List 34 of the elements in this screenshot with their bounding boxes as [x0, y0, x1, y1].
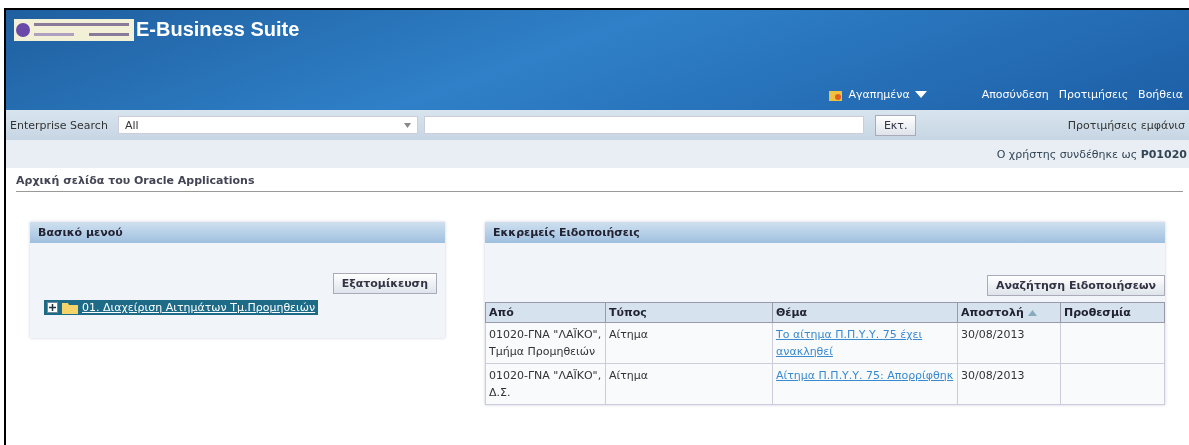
header-link[interactable]: Βοήθεια	[1138, 88, 1183, 101]
column-header[interactable]: Θέμα	[772, 302, 958, 323]
expand-icon[interactable]	[47, 302, 58, 313]
panel-header: Εκκρεμείς Ειδοποιήσεις	[485, 222, 1165, 243]
table-cell: 30/08/2013	[961, 369, 1025, 382]
header-link[interactable]: Προτιμήσεις	[1058, 88, 1129, 101]
search-field[interactable]	[423, 116, 864, 134]
app-title: E-Business Suite	[136, 18, 300, 41]
menu-tree-item[interactable]: 01. Διαχείριση Αιτημάτων Τμ.Προμηθειών	[44, 300, 319, 315]
folder-icon	[62, 301, 78, 314]
logo-icon	[14, 18, 134, 41]
logged-in-user: Ο χρήστης συνδέθηκε ως P01020	[996, 147, 1187, 161]
column-header[interactable]: Από	[485, 302, 606, 323]
panel-header: Βασικό μενού	[30, 222, 445, 243]
search-notifications-button[interactable]: Αναζήτηση Ειδοποιήσεων	[987, 275, 1165, 296]
column-header[interactable]: Προθεσμία	[1060, 302, 1165, 323]
table-cell: Αίτημα	[609, 369, 649, 382]
scope-dropdown[interactable]: All	[117, 116, 418, 134]
personalize-button[interactable]: Εξατομίκευση	[332, 273, 437, 294]
caret-icon	[914, 90, 927, 99]
dropdown-caret-icon	[403, 122, 411, 128]
column-header[interactable]: Τύπος	[605, 302, 773, 323]
table-cell: 01020-ΓΝΑ "ΛΑΪΚΟ", Δ.Σ.	[489, 369, 602, 399]
column-header[interactable]: Αποστολή	[957, 302, 1061, 323]
page-title: Αρχική σελίδα του Oracle Applications	[16, 172, 1183, 192]
table-cell: Αίτημα	[609, 328, 649, 341]
header-link[interactable]: Αποσύνδεση	[981, 88, 1049, 101]
table-cell: 30/08/2013	[961, 328, 1025, 341]
sort-icon	[1027, 310, 1037, 316]
search-label: Enterprise Search	[10, 118, 108, 132]
search-button[interactable]: Εκτ.	[874, 114, 917, 136]
favorites-menu[interactable]: Αγαπημένα	[829, 88, 927, 101]
display-preferences-link[interactable]: Προτιμήσεις εμφάνισ	[1067, 118, 1185, 132]
table-cell: 01020-ΓΝΑ "ΛΑΪΚΟ", Τμήμα Προμηθειών	[489, 328, 602, 358]
